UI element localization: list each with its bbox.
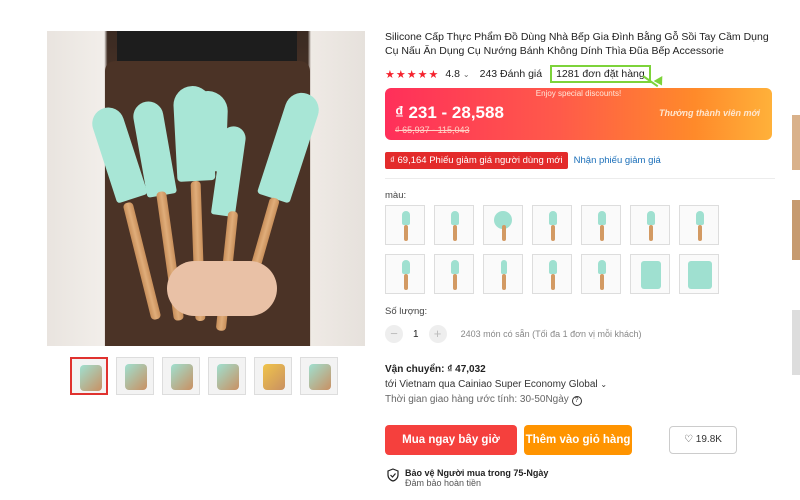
buy-now-button[interactable]: Mua ngay bây giờ <box>385 425 517 455</box>
color-option[interactable] <box>434 205 474 245</box>
coupon-row: ₫ 69,164 Phiếu giảm giá người dùng mới N… <box>385 152 661 169</box>
price-banner: Enjoy special discounts! ₫ 231 - 28,588 … <box>385 88 772 140</box>
quantity-plus-button[interactable]: + <box>428 325 447 343</box>
chevron-down-icon[interactable]: ⌄ <box>463 70 470 79</box>
main-product-image[interactable] <box>47 31 365 346</box>
thumbnail-2[interactable] <box>116 357 154 395</box>
color-option[interactable] <box>679 254 719 294</box>
heart-icon: ♡ <box>684 434 694 445</box>
thumbnail-1[interactable] <box>70 357 108 395</box>
color-swatches <box>385 205 725 294</box>
color-option[interactable] <box>630 254 670 294</box>
buyer-protection: Bảo vệ Người mua trong 75-Ngày Đảm bảo h… <box>387 468 548 488</box>
quantity-label: Số lượng: <box>385 306 428 317</box>
quantity-value[interactable]: 1 <box>413 329 419 340</box>
quantity-stepper: − 1 + 2403 món có sẵn (Tối đa 1 đơn vị m… <box>385 325 642 343</box>
thumbnail-4[interactable] <box>208 357 246 395</box>
delivery-time: Thời gian giao hàng ước tính: 30-50Ngày … <box>385 392 607 407</box>
quantity-minus-button[interactable]: − <box>385 325 403 343</box>
color-option[interactable] <box>532 254 572 294</box>
product-info: Silicone Cấp Thực Phẩm Đồ Dùng Nhà Bếp G… <box>385 30 775 88</box>
side-image[interactable] <box>792 310 800 375</box>
product-title: Silicone Cấp Thực Phẩm Đồ Dùng Nhà Bếp G… <box>385 31 769 57</box>
reviews-count[interactable]: 243 Đánh giá <box>480 68 542 80</box>
promo-text: Enjoy special discounts! <box>535 89 622 98</box>
color-option[interactable] <box>532 205 572 245</box>
coupon-badge: ₫ 69,164 Phiếu giảm giá người dùng mới <box>385 152 568 169</box>
color-option[interactable] <box>483 205 523 245</box>
color-option[interactable] <box>483 254 523 294</box>
thumbnail-5[interactable] <box>254 357 292 395</box>
image-hands <box>167 261 277 316</box>
info-icon[interactable]: ? <box>571 396 582 406</box>
shipping-info: Vận chuyển: ₫ 47,032 tới Vietnam qua Cai… <box>385 362 607 407</box>
protection-subtitle: Đảm bảo hoàn tiền <box>405 478 482 488</box>
thumbnail-strip <box>70 357 338 395</box>
orders-count: 1281 đơn đặt hàng <box>550 65 651 83</box>
divider <box>385 178 775 179</box>
rating-stars: ★★★★★ <box>385 68 440 81</box>
protection-title: Bảo vệ Người mua trong 75-Ngày <box>405 468 549 478</box>
color-label: màu: <box>385 190 407 201</box>
color-option[interactable] <box>385 254 425 294</box>
shield-icon <box>387 468 399 488</box>
rating-value: 4.8 <box>445 68 460 80</box>
color-option[interactable] <box>679 205 719 245</box>
shipping-price: ₫ 47,032 <box>447 364 486 375</box>
current-price: ₫ 231 - 28,588 <box>395 103 504 122</box>
original-price: ₫ 65,937 - 115,043 <box>395 125 470 135</box>
get-coupon-link[interactable]: Nhận phiếu giảm giá <box>574 155 661 166</box>
rating-row: ★★★★★ 4.8 ⌄ 243 Đánh giá 1281 đơn đặt hà… <box>385 65 775 83</box>
color-option[interactable] <box>630 205 670 245</box>
color-option[interactable] <box>385 205 425 245</box>
thumbnail-3[interactable] <box>162 357 200 395</box>
stock-info: 2403 món có sẵn (Tối đa 1 đơn vị mỗi khá… <box>460 329 642 339</box>
wishlist-count: 19.8K <box>695 434 722 445</box>
thumbnail-6[interactable] <box>300 357 338 395</box>
shipping-label: Vận chuyển: <box>385 364 448 375</box>
wishlist-button[interactable]: ♡ 19.8K <box>669 426 737 454</box>
color-option[interactable] <box>581 254 621 294</box>
side-image[interactable] <box>792 115 800 170</box>
new-user-reward[interactable]: Thưởng thành viên mới <box>659 108 760 119</box>
chevron-down-icon[interactable]: ⌄ <box>600 380 607 389</box>
color-option[interactable] <box>581 205 621 245</box>
color-option[interactable] <box>434 254 474 294</box>
add-to-cart-button[interactable]: Thêm vào giỏ hàng <box>524 425 632 455</box>
shipping-route[interactable]: tới Vietnam qua Cainiao Super Economy Gl… <box>385 377 607 392</box>
side-image[interactable] <box>792 200 800 260</box>
